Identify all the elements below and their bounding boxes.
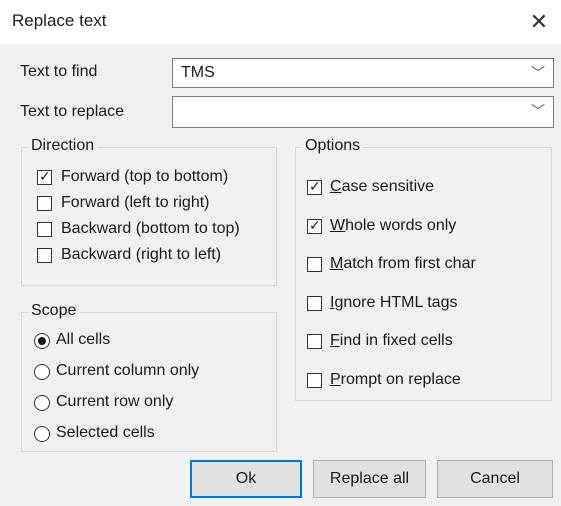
options-legend: Options — [302, 137, 364, 155]
scope-radio[interactable] — [34, 395, 50, 411]
option-label[interactable]: Ignore HTML tags — [330, 294, 457, 312]
checkmark-icon: ✓ — [309, 216, 321, 233]
option-label-mnemonic: F — [330, 332, 340, 349]
cancel-button[interactable]: Cancel — [437, 460, 553, 498]
direction-legend: Direction — [28, 137, 98, 155]
scope-option-label[interactable]: Current row only — [56, 393, 173, 411]
scope-radio[interactable] — [34, 333, 50, 349]
scope-option-label[interactable]: Current column only — [56, 362, 199, 380]
option-label[interactable]: Match from first char — [330, 255, 476, 273]
direction-option-label[interactable]: Backward (bottom to top) — [61, 220, 240, 238]
option-checkbox[interactable] — [307, 257, 322, 272]
direction-checkbox[interactable]: ✓ — [37, 168, 52, 185]
direction-option-label[interactable]: Forward (top to bottom) — [61, 168, 228, 186]
option-label[interactable]: Whole words only — [330, 217, 456, 235]
direction-checkbox[interactable] — [37, 248, 52, 263]
close-icon[interactable]: ✕ — [520, 4, 558, 40]
option-label-mnemonic: W — [330, 216, 346, 234]
option-checkbox[interactable] — [307, 334, 322, 349]
option-label[interactable]: Prompt on replace — [330, 371, 461, 389]
scope-radio[interactable] — [34, 364, 50, 380]
option-checkbox[interactable]: ✓ — [307, 178, 322, 195]
window-title: Replace text — [12, 11, 107, 30]
direction-checkbox[interactable] — [37, 196, 52, 211]
replace-all-button[interactable]: Replace all — [313, 460, 426, 498]
checkmark-icon: ✓ — [309, 178, 321, 194]
find-input[interactable]: TMS — [181, 64, 215, 82]
option-label-mnemonic: P — [330, 370, 341, 388]
direction-option-label[interactable]: Forward (left to right) — [61, 194, 209, 212]
replace-label: Text to replace — [20, 103, 125, 120]
chevron-down-icon[interactable]: ﹀ — [531, 101, 545, 121]
option-label-rest: ase sensitive — [341, 178, 435, 195]
option-label-rest: rompt on replace — [340, 370, 461, 388]
checkmark-icon: ✓ — [39, 168, 51, 184]
option-label[interactable]: Find in fixed cells — [330, 332, 453, 350]
find-combobox[interactable]: TMS ﹀ — [172, 58, 554, 88]
option-label-rest: gnore HTML tags — [334, 293, 458, 311]
option-checkbox[interactable]: ✓ — [307, 216, 322, 234]
option-label-rest: hole words only — [345, 216, 457, 234]
ok-button[interactable]: Ok — [190, 460, 302, 498]
option-label[interactable]: Case sensitive — [330, 178, 434, 196]
chevron-down-icon[interactable]: ﹀ — [531, 63, 545, 83]
direction-option-label[interactable]: Backward (right to left) — [61, 246, 221, 264]
replace-combobox[interactable]: ﹀ — [172, 96, 554, 128]
scope-radio[interactable] — [34, 426, 50, 442]
option-label-mnemonic: M — [330, 255, 344, 272]
scope-option-label[interactable]: All cells — [56, 331, 110, 349]
option-label-mnemonic: C — [330, 178, 342, 195]
option-label-rest: ind in fixed cells — [339, 332, 453, 349]
find-label: Text to find — [20, 63, 98, 80]
option-checkbox[interactable] — [307, 372, 322, 388]
direction-checkbox[interactable] — [37, 222, 52, 237]
option-checkbox[interactable] — [307, 295, 322, 311]
scope-option-label[interactable]: Selected cells — [56, 424, 155, 442]
radio-dot — [38, 337, 46, 345]
scope-legend: Scope — [28, 302, 80, 320]
option-label-rest: atch from first char — [343, 255, 476, 272]
title-bar: Replace text ✕ — [0, 0, 561, 44]
